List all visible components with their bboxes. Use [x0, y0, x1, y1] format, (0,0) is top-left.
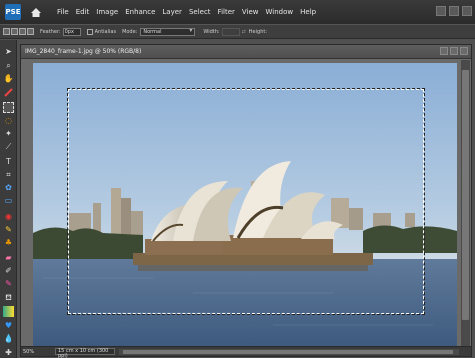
image-canvas[interactable] — [33, 63, 457, 346]
menu-image[interactable]: Image — [96, 8, 118, 16]
sponge-icon[interactable]: ✚ — [3, 347, 14, 358]
brush-icon[interactable]: ✐ — [3, 265, 14, 276]
move-icon[interactable]: ➤ — [3, 46, 14, 57]
home-icon[interactable] — [29, 5, 43, 19]
close-button[interactable] — [462, 6, 472, 16]
menu-select[interactable]: Select — [189, 8, 211, 16]
vertical-scroll-thumb[interactable] — [462, 70, 469, 320]
width-input[interactable] — [221, 27, 240, 36]
doc-close-button[interactable] — [460, 47, 468, 55]
menu-view[interactable]: View — [242, 8, 259, 16]
document-title[interactable]: IMG_2840_frame-1.jpg @ 50% (RGB/8) — [21, 45, 471, 59]
add-selection-icon[interactable] — [11, 28, 18, 35]
main-menu: File Edit Image Enhance Layer Select Fil… — [57, 8, 323, 16]
menu-filter[interactable]: Filter — [218, 8, 235, 16]
document-controls — [440, 47, 468, 55]
document-info[interactable]: 15 cm x 10 cm (300 ppi) — [55, 348, 115, 358]
height-label: Height: — [248, 28, 268, 35]
red-eye-icon[interactable]: ◉ — [3, 211, 14, 222]
clone-stamp-icon[interactable]: ♣ — [3, 237, 14, 248]
menu-file[interactable]: File — [57, 8, 69, 16]
cookie-cutter-icon[interactable]: ✿ — [3, 182, 14, 193]
horizontal-scrollbar[interactable] — [119, 348, 459, 355]
antialias-label: Antialias — [94, 28, 117, 35]
subtract-selection-icon[interactable] — [19, 28, 26, 35]
selection-marquee[interactable] — [67, 88, 425, 315]
swap-icon[interactable]: ⇄ — [242, 29, 246, 35]
photoshop-elements-window: PSE File Edit Image Enhance Layer Select… — [0, 0, 475, 358]
mode-select[interactable]: Normal — [140, 27, 196, 36]
feather-label: Feather: — [40, 28, 61, 35]
eyedropper-icon[interactable] — [3, 86, 14, 97]
eraser-icon[interactable]: ▰ — [3, 252, 14, 263]
antialias-checkbox[interactable] — [86, 28, 93, 35]
menu-enhance[interactable]: Enhance — [125, 8, 155, 16]
menu-bar: PSE File Edit Image Enhance Layer Select… — [0, 0, 475, 24]
crop-icon[interactable]: ⌗ — [3, 169, 14, 180]
menu-help[interactable]: Help — [300, 8, 316, 16]
feather-input[interactable]: 0px — [62, 27, 81, 36]
quick-selection-icon[interactable]: ⟋ — [3, 141, 14, 152]
document-window: IMG_2840_frame-1.jpg @ 50% (RGB/8) 50% 1… — [20, 44, 472, 358]
toolbox: ➤ ⌕ ✋ ◌ ✦ ⟋ T ⌗ ✿ ▭ ◉ ✎ ♣ ▰ ✐ ✎ ⛾ ♥ 💧 ✚ — [0, 40, 17, 358]
menu-window[interactable]: Window — [266, 8, 294, 16]
tool-options-bar: Feather: 0px Antialias Mode: Normal Widt… — [0, 24, 475, 39]
mode-label: Mode: — [122, 28, 138, 35]
smart-brush-icon[interactable]: ✎ — [3, 278, 14, 289]
width-label: Width: — [203, 28, 220, 35]
paint-bucket-icon[interactable]: ⛾ — [3, 292, 14, 303]
gradient-icon[interactable] — [3, 306, 14, 317]
spot-healing-icon[interactable]: ✎ — [3, 224, 14, 235]
zoom-level[interactable]: 50% — [23, 349, 39, 355]
maximize-button[interactable] — [449, 6, 459, 16]
magic-wand-icon[interactable]: ✦ — [3, 128, 14, 139]
shape-icon[interactable]: ♥ — [3, 320, 14, 331]
blur-icon[interactable]: 💧 — [3, 333, 14, 344]
type-icon[interactable]: T — [3, 156, 14, 167]
menu-edit[interactable]: Edit — [76, 8, 90, 16]
intersect-selection-icon[interactable] — [27, 28, 34, 35]
app-logo: PSE — [5, 4, 21, 20]
window-controls — [436, 6, 472, 16]
straighten-icon[interactable]: ▭ — [3, 195, 14, 206]
horizontal-scroll-thumb[interactable] — [123, 349, 453, 354]
doc-maximize-button[interactable] — [450, 47, 458, 55]
vertical-scrollbar[interactable] — [461, 60, 470, 348]
new-selection-icon[interactable] — [3, 28, 10, 35]
marquee-icon[interactable] — [3, 102, 14, 113]
minimize-button[interactable] — [436, 6, 446, 16]
lasso-icon[interactable]: ◌ — [3, 115, 14, 126]
hand-icon[interactable]: ✋ — [3, 73, 14, 84]
zoom-icon[interactable]: ⌕ — [3, 60, 14, 71]
menu-layer[interactable]: Layer — [162, 8, 182, 16]
status-bar: 50% 15 cm x 10 cm (300 ppi) — [21, 346, 471, 358]
doc-minimize-button[interactable] — [440, 47, 448, 55]
